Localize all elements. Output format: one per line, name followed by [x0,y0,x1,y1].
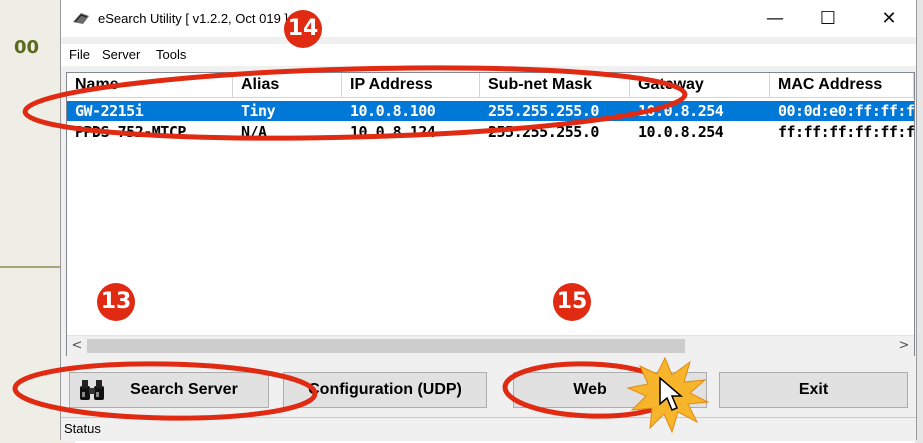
configuration-udp-button[interactable]: Configuration (UDP) [283,372,487,408]
table-row[interactable]: PPDS-752-MTCP N/A 10.0.8.124 255.255.255… [67,122,914,142]
minimize-button[interactable]: — [750,0,800,37]
column-header-subnet[interactable]: Sub-net Mask [480,73,630,97]
scroll-thumb[interactable] [87,339,685,353]
list-header: Name Alias IP Address Sub-net Mask Gatew… [67,73,914,98]
esearch-window: eSearch Utility [ v1.2.2, Oct 019 ] — ☐ … [60,0,917,441]
exit-label: Exit [798,381,829,398]
column-header-mac[interactable]: MAC Address [770,73,914,97]
column-header-name[interactable]: Name [67,73,233,97]
column-header-ip[interactable]: IP Address [342,73,480,97]
web-button[interactable]: Web [513,372,707,408]
maximize-button[interactable]: ☐ [803,0,853,37]
cell-ip: 10.0.8.124 [350,123,436,141]
close-button[interactable]: ✕ [864,0,914,37]
cell-ip: 10.0.8.100 [350,102,436,120]
step-badge-15: 15 [553,283,591,321]
menu-file[interactable]: File [69,47,90,62]
menu-server[interactable]: Server [102,47,140,62]
title-bar[interactable]: eSearch Utility [ v1.2.2, Oct 019 ] — ☐ … [61,0,916,37]
menu-bar: File Server Tools [61,44,916,66]
step-badge-14: 14 [284,10,322,48]
table-row[interactable]: GW-2215i Tiny 10.0.8.100 255.255.255.0 1… [67,101,914,121]
window-title: eSearch Utility [ v1.2.2, Oct 019 ] [98,11,289,26]
status-text: Status [64,421,101,436]
scroll-left-arrow[interactable]: < [67,336,87,356]
cell-gateway: 10.0.8.254 [638,102,724,120]
configuration-udp-label: Configuration (UDP) [308,381,462,398]
background-number-fragment: 00 [14,37,40,58]
horizontal-scrollbar[interactable]: < > [67,335,914,356]
cell-subnet: 255.255.255.0 [488,123,599,141]
cell-name: GW-2215i [75,102,144,120]
cell-alias: Tiny [241,102,276,120]
web-label: Web [573,381,607,398]
step-badge-13: 13 [97,283,135,321]
column-header-gateway[interactable]: Gateway [630,73,770,97]
exit-button[interactable]: Exit [719,372,908,408]
cell-gateway: 10.0.8.254 [638,123,724,141]
column-header-alias[interactable]: Alias [233,73,342,97]
status-bar: Status [61,417,916,441]
scroll-right-arrow[interactable]: > [894,336,914,356]
cell-alias: N/A [241,123,267,141]
menu-tools[interactable]: Tools [156,47,186,62]
app-icon [73,13,89,24]
search-server-label: Search Server [130,381,238,398]
cell-subnet: 255.255.255.0 [488,102,599,120]
cell-mac: 00:0d:e0:ff:ff:ff [778,102,914,120]
binoculars-icon [80,380,104,400]
server-list[interactable]: Name Alias IP Address Sub-net Mask Gatew… [66,72,915,356]
cell-name: PPDS-752-MTCP [75,123,186,141]
cell-mac: ff:ff:ff:ff:ff:ff [778,123,914,141]
search-server-button[interactable]: Search Server [69,372,269,408]
